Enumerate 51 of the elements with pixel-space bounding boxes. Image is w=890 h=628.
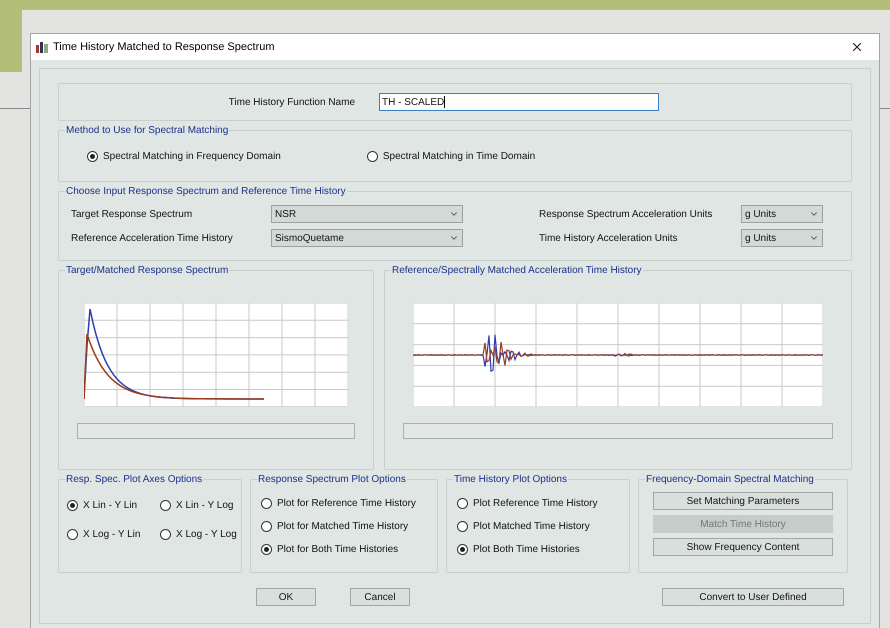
radio-label[interactable]: X Lin - Y Log [176,498,234,513]
action-button[interactable]: Set Matching Parameters [653,492,833,510]
group-title: Resp. Spec. Plot Axes Options [65,472,204,487]
radio-button[interactable] [160,529,171,540]
dropdown[interactable]: NSR [271,205,463,223]
radio-label[interactable]: Plot Both Time Histories [473,542,580,557]
group-title: Choose Input Response Spectrum and Reference Time History [65,184,347,199]
radio-button[interactable] [457,544,468,555]
radio-label[interactable]: Spectral Matching in Frequency Domain [103,148,281,164]
field-label: Time History Acceleration Units [539,232,679,246]
window-title: Time History Matched to Response Spectrum [53,40,276,55]
close-icon[interactable] [850,40,864,54]
group-title: Method to Use for Spectral Matching [65,123,230,138]
radio-label[interactable]: Plot for Both Time Histories [277,542,398,557]
radio-label[interactable]: Plot for Reference Time History [277,496,416,511]
dialog-button[interactable]: OK [256,588,316,606]
side-band [0,10,22,72]
radio-button[interactable] [457,521,468,532]
group-title: Frequency-Domain Spectral Matching [645,472,815,487]
dropdown[interactable]: g Units [741,205,823,223]
radio-label[interactable]: Plot Reference Time History [473,496,598,511]
group-title: Target/Matched Response Spectrum [65,263,230,278]
radio-button[interactable] [366,150,378,162]
field-label: Target Response Spectrum [71,208,194,222]
radio-button[interactable] [87,150,98,162]
action-button[interactable]: Show Frequency Content [653,538,833,556]
convert-button[interactable]: Convert to User Defined [662,588,844,606]
radio-button[interactable] [261,498,272,509]
dropdown[interactable]: SismoQuetame [271,229,463,247]
radio-button[interactable] [261,521,272,532]
name-input-field[interactable]: TH - SCALED [379,93,659,111]
field-label: Time History Function Name [228,96,356,110]
radio-button[interactable] [261,544,272,555]
radio-label[interactable]: Spectral Matching in Time Domain [382,148,536,164]
group-title: Reference/Spectrally Matched Acceleration Time History [391,263,643,278]
radio-label[interactable]: Plot Matched Time History [473,519,590,534]
radio-label[interactable]: Plot for Matched Time History [277,519,408,534]
radio-button[interactable] [67,529,78,540]
field-label: Response Spectrum Acceleration Units [539,208,714,222]
dialog-button[interactable]: Cancel [350,588,410,606]
radio-label[interactable]: X Log - Y Log [176,527,237,542]
radio-button[interactable] [457,498,468,509]
radio-label[interactable]: X Log - Y Lin [83,527,140,542]
radio-button[interactable] [160,500,171,511]
app-icon [36,41,49,53]
radio-button[interactable] [67,500,78,511]
group-title: Response Spectrum Plot Options [257,472,407,487]
field-label: Reference Acceleration Time History [71,232,234,246]
radio-label[interactable]: X Lin - Y Lin [83,498,138,513]
dropdown[interactable]: g Units [741,229,823,247]
group-title: Time History Plot Options [453,472,568,487]
